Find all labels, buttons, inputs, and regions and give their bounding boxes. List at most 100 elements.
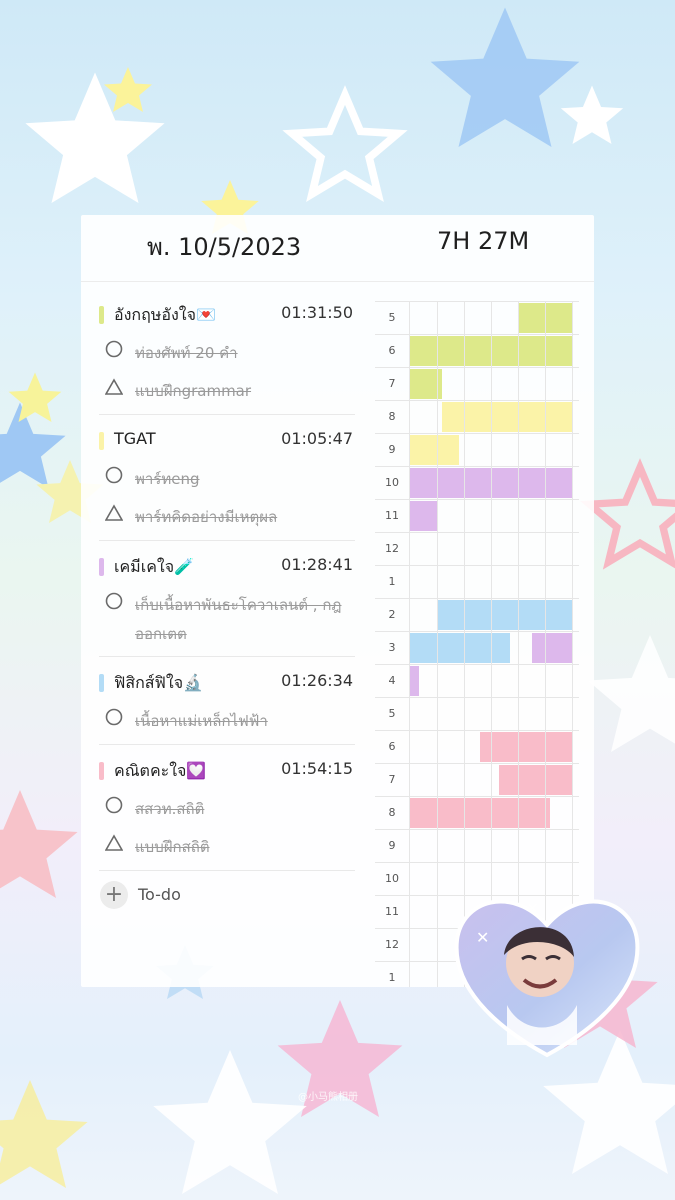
timetable-cell — [491, 467, 519, 499]
timetable-row: 7 — [375, 368, 579, 401]
timetable-cell — [491, 599, 519, 631]
timetable-cell — [464, 335, 492, 367]
task-item[interactable]: แบบฝึกgrammar — [99, 377, 355, 407]
task-label: สสวท.สถิติ — [135, 800, 205, 818]
timetable-cell — [491, 665, 519, 697]
timetable-cell — [410, 566, 438, 598]
subject-header: เคมีเคใจ🧪 01:28:41 — [99, 553, 355, 583]
timetable-cell — [464, 401, 492, 433]
hour-label: 9 — [375, 434, 410, 466]
timetable-cell — [437, 764, 465, 796]
circle-icon[interactable] — [105, 592, 123, 610]
timetable-cell — [437, 302, 465, 334]
timetable-cell — [410, 863, 438, 895]
heart-photo-sticker: ✕ ✕ — [454, 899, 640, 1058]
task-label: พาร์ทคิดอย่างมีเหตุผล — [135, 508, 278, 526]
timetable-cell — [464, 368, 492, 400]
circle-icon[interactable] — [105, 466, 123, 484]
subject-color-marker — [99, 674, 104, 692]
hour-label: 3 — [375, 632, 410, 664]
hour-label: 10 — [375, 467, 410, 499]
hour-label: 11 — [375, 500, 410, 532]
timetable-cell — [491, 698, 519, 730]
timetable-cell — [545, 731, 573, 763]
timetable-cell — [410, 632, 438, 664]
triangle-icon[interactable] — [105, 834, 123, 852]
timetable-cell — [410, 335, 438, 367]
timetable-cell — [518, 632, 546, 664]
timetable-cell — [518, 500, 546, 532]
timetable-cell — [464, 500, 492, 532]
subject-color-marker — [99, 558, 104, 576]
subject-item[interactable]: อังกฤษอังใจ💌 01:31:50 ท่องศัพท์ 20 คำ แบบฝึ… — [99, 301, 355, 415]
timetable-cell — [410, 962, 438, 987]
timetable-cell — [491, 434, 519, 466]
timetable-cell — [545, 665, 573, 697]
circle-icon[interactable] — [105, 340, 123, 358]
timetable-cell — [410, 533, 438, 565]
subject-item[interactable]: ฟิสิกส์ฟิใจ🔬 01:26:34 เนื้อหาแม่เหล็กไฟฟ้า — [99, 669, 355, 745]
timetable-cell — [545, 467, 573, 499]
task-item[interactable]: สสวท.สถิติ — [99, 795, 355, 825]
timetable-cell — [518, 434, 546, 466]
watermark-text: @小马熊相册 — [298, 1092, 358, 1103]
timetable-cell — [410, 764, 438, 796]
timetable-cell — [464, 533, 492, 565]
task-item[interactable]: เนื้อหาแม่เหล็กไฟฟ้า — [99, 707, 355, 737]
subject-item[interactable]: คณิตคะใจ💟 01:54:15 สสวท.สถิติแบบฝึกสถิติ — [99, 757, 355, 871]
timetable-cell — [518, 467, 546, 499]
timetable-cell — [437, 500, 465, 532]
subject-item[interactable]: เคมีเคใจ🧪 01:28:41 เก็บเนื้อหาพันธะโควาเลน… — [99, 553, 355, 657]
timetable-cell — [545, 566, 573, 598]
subject-time: 01:54:15 — [281, 759, 353, 778]
timetable-cell — [545, 500, 573, 532]
timetable-cell — [491, 401, 519, 433]
subject-color-marker — [99, 762, 104, 780]
timetable-cell — [437, 401, 465, 433]
timetable-cell — [437, 368, 465, 400]
task-item[interactable]: แบบฝึกสถิติ — [99, 833, 355, 863]
triangle-icon[interactable] — [105, 378, 123, 396]
timetable-cell — [518, 764, 546, 796]
timetable-cell — [491, 830, 519, 862]
subject-name: TGAT — [114, 429, 156, 448]
subject-name: คณิตคะใจ💟 — [114, 761, 207, 780]
timetable-cell — [410, 665, 438, 697]
timetable-row: 10 — [375, 467, 579, 500]
task-label: ท่องศัพท์ 20 คำ — [135, 344, 238, 362]
timetable-cell — [437, 665, 465, 697]
hour-label: 9 — [375, 830, 410, 862]
hour-label: 12 — [375, 533, 410, 565]
subject-item[interactable]: TGAT 01:05:47 พาร์ทeng พาร์ทคิดอย่างมีเหตุผ… — [99, 427, 355, 541]
timetable-cell — [491, 335, 519, 367]
timetable-row: 7 — [375, 764, 579, 797]
task-item[interactable]: เก็บเนื้อหาพันธะโควาเลนต์ , กฎออกเตต — [99, 591, 355, 649]
timetable-cell — [410, 896, 438, 928]
add-todo-button[interactable]: + To-do — [99, 881, 355, 911]
triangle-icon[interactable] — [105, 504, 123, 522]
task-item[interactable]: ท่องศัพท์ 20 คำ — [99, 339, 355, 369]
timetable-cell — [410, 500, 438, 532]
timetable-cell — [518, 830, 546, 862]
hour-label: 1 — [375, 962, 410, 987]
timetable-row: 6 — [375, 731, 579, 764]
timetable-cell — [464, 830, 492, 862]
hour-label: 8 — [375, 797, 410, 829]
subject-time: 01:26:34 — [281, 671, 353, 690]
timetable-row: 6 — [375, 335, 579, 368]
circle-icon[interactable] — [105, 796, 123, 814]
timetable-cell — [437, 797, 465, 829]
timetable-cell — [410, 797, 438, 829]
timetable-cell — [545, 434, 573, 466]
timetable-cell — [518, 401, 546, 433]
timetable-cell — [464, 566, 492, 598]
timetable-cell — [518, 731, 546, 763]
plus-icon[interactable]: + — [100, 881, 128, 909]
circle-icon[interactable] — [105, 708, 123, 726]
timetable-cell — [464, 302, 492, 334]
task-item[interactable]: พาร์ทeng — [99, 465, 355, 495]
timetable-cell — [545, 764, 573, 796]
todo-label: To-do — [138, 885, 181, 904]
task-item[interactable]: พาร์ทคิดอย่างมีเหตุผล — [99, 503, 355, 533]
hour-label: 10 — [375, 863, 410, 895]
